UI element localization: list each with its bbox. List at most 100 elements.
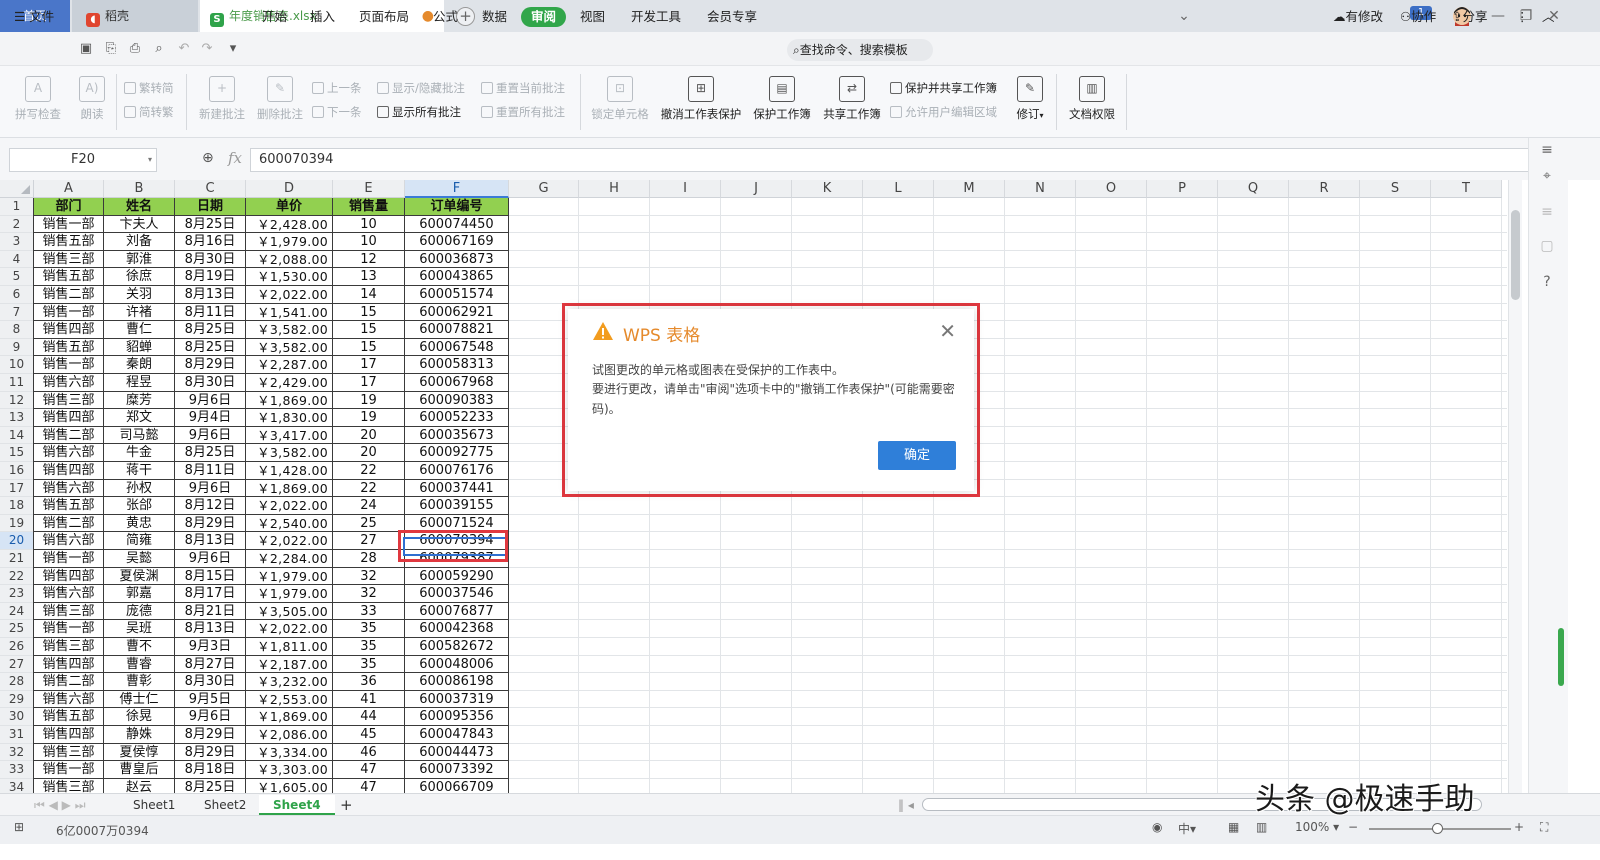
table-cell[interactable]: 傅士仁 (104, 690, 175, 709)
table-cell[interactable]: 吴班 (104, 620, 175, 638)
table-cell[interactable]: 600047843 (405, 726, 509, 744)
table-cell[interactable]: 8月30日 (175, 673, 246, 691)
ok-button[interactable]: 确定 (878, 441, 956, 470)
table-cell[interactable]: 销售一部 (34, 356, 104, 374)
table-cell[interactable]: 貂蝉 (104, 338, 175, 357)
export-icon[interactable]: ⎘ (103, 41, 119, 57)
table-cell[interactable]: 600051574 (405, 286, 509, 304)
table-cell[interactable]: 600048006 (405, 655, 509, 674)
row-header[interactable]: 32 (0, 743, 34, 762)
table-cell[interactable]: 41 (333, 690, 405, 709)
show-all-comments-button[interactable]: 显示所有批注 (377, 104, 461, 120)
menu-data[interactable]: 数据 (482, 0, 507, 34)
delete-comment-button[interactable]: ✎ 删除批注 (252, 76, 308, 122)
table-cell[interactable]: 郑文 (104, 409, 175, 427)
row-header[interactable]: 26 (0, 638, 34, 656)
table-cell[interactable]: ￥3,334.00 (246, 743, 333, 762)
prev-comment-button[interactable]: 上一条 (312, 80, 362, 96)
table-cell[interactable]: 19 (333, 391, 405, 410)
table-cell[interactable]: 8月13日 (175, 532, 246, 550)
table-cell[interactable]: 600073392 (405, 761, 509, 779)
share-button[interactable]: ⇪分享 (1452, 0, 1488, 34)
table-cell[interactable]: 8月29日 (175, 726, 246, 744)
column-header-s[interactable]: S (1360, 180, 1431, 198)
normal-view-icon[interactable]: ▦ (1228, 820, 1239, 834)
table-cell[interactable]: 关羽 (104, 286, 175, 304)
table-cell[interactable]: ￥3,417.00 (246, 426, 333, 445)
table-cell[interactable]: 徐庶 (104, 268, 175, 286)
tab-docer[interactable]: ◖ 稻壳 (72, 0, 198, 32)
redo-icon[interactable]: ↷ (199, 41, 215, 57)
column-header-d[interactable]: D (246, 180, 333, 198)
sheet-tab-1[interactable]: Sheet1 (119, 795, 189, 815)
table-cell[interactable]: 600086198 (405, 673, 509, 691)
collapse-ribbon-icon[interactable]: ︿ (1542, 0, 1555, 34)
table-cell[interactable]: 黄忠 (104, 514, 175, 533)
table-cell[interactable]: 9月6日 (175, 708, 246, 726)
row-header[interactable]: 25 (0, 620, 34, 638)
table-cell[interactable]: ￥2,088.00 (246, 250, 333, 269)
print-icon[interactable]: ⎙ (127, 41, 143, 57)
table-cell[interactable]: 35 (333, 638, 405, 656)
style-icon[interactable]: ≡ (1537, 204, 1557, 224)
collab-button[interactable]: ⚇协作 (1400, 0, 1436, 34)
spellcheck-button[interactable]: A 拼写检查 (10, 76, 66, 122)
simp-to-trad-button[interactable]: 简转繁 (124, 104, 174, 120)
table-cell[interactable]: 19 (333, 409, 405, 427)
add-sheet-icon[interactable]: + (326, 795, 367, 815)
new-comment-button[interactable]: + 新建批注 (194, 76, 250, 122)
table-cell[interactable]: 司马懿 (104, 426, 175, 445)
row-header[interactable]: 9 (0, 338, 34, 357)
table-cell[interactable]: 9月6日 (175, 391, 246, 410)
column-header-e[interactable]: E (333, 180, 405, 198)
row-header[interactable]: 31 (0, 726, 34, 744)
table-cell[interactable]: 8月30日 (175, 374, 246, 392)
unprotect-sheet-button[interactable]: ⊞ 撤消工作表保护 (657, 76, 745, 122)
table-cell[interactable]: 9月6日 (175, 479, 246, 498)
table-cell[interactable]: ￥2,553.00 (246, 690, 333, 709)
table-cell[interactable]: 蒋干 (104, 462, 175, 480)
table-cell[interactable]: 24 (333, 497, 405, 515)
help-icon[interactable]: ? (1537, 274, 1557, 294)
property-icon[interactable]: ▢ (1537, 238, 1557, 258)
table-cell[interactable]: 14 (333, 286, 405, 304)
table-cell[interactable]: 10 (333, 215, 405, 234)
table-cell[interactable]: ￥1,811.00 (246, 638, 333, 656)
new-tab-icon[interactable]: + (456, 7, 475, 26)
table-cell[interactable]: ￥3,232.00 (246, 673, 333, 691)
table-cell[interactable]: 8月25日 (175, 444, 246, 462)
table-cell[interactable]: ￥2,429.00 (246, 374, 333, 392)
table-cell[interactable]: 销售二部 (34, 514, 104, 533)
table-cell[interactable]: 600042368 (405, 620, 509, 638)
table-cell[interactable]: 600037546 (405, 585, 509, 603)
tab-list-icon[interactable]: ⌄ (1170, 0, 1198, 32)
table-cell[interactable]: 8月13日 (175, 620, 246, 638)
file-menu[interactable]: ☰ 文件 (14, 0, 54, 34)
table-cell[interactable]: 8月15日 (175, 567, 246, 586)
fullscreen-icon[interactable]: ⛶ (1540, 820, 1548, 835)
column-header-b[interactable]: B (104, 180, 175, 198)
table-cell[interactable]: 简雍 (104, 532, 175, 550)
table-cell[interactable]: 许褚 (104, 303, 175, 322)
row-header[interactable]: 19 (0, 514, 34, 533)
column-header-m[interactable]: M (934, 180, 1005, 198)
table-cell[interactable]: 9月6日 (175, 426, 246, 445)
trad-to-simp-button[interactable]: 繁转简 (124, 80, 174, 96)
table-cell[interactable]: ￥1,830.00 (246, 409, 333, 427)
table-cell[interactable]: 8月13日 (175, 286, 246, 304)
protect-workbook-button[interactable]: ▤ 保护工作簿 (750, 76, 814, 122)
table-cell[interactable]: 25 (333, 514, 405, 533)
undo-icon[interactable]: ↶ (176, 41, 192, 57)
table-cell[interactable]: 8月30日 (175, 250, 246, 269)
table-cell[interactable]: 12 (333, 250, 405, 269)
table-cell[interactable]: 牛金 (104, 444, 175, 462)
row-header[interactable]: 17 (0, 479, 34, 498)
table-cell[interactable]: 8月21日 (175, 602, 246, 621)
table-cell[interactable]: 45 (333, 726, 405, 744)
column-header-j[interactable]: J (721, 180, 792, 198)
show-hide-comment-button[interactable]: 显示/隐藏批注 (377, 80, 465, 96)
table-cell[interactable]: 曹皇后 (104, 761, 175, 779)
row-header[interactable]: 4 (0, 250, 34, 269)
table-cell[interactable]: ￥1,979.00 (246, 567, 333, 586)
table-cell[interactable]: 9月5日 (175, 690, 246, 709)
